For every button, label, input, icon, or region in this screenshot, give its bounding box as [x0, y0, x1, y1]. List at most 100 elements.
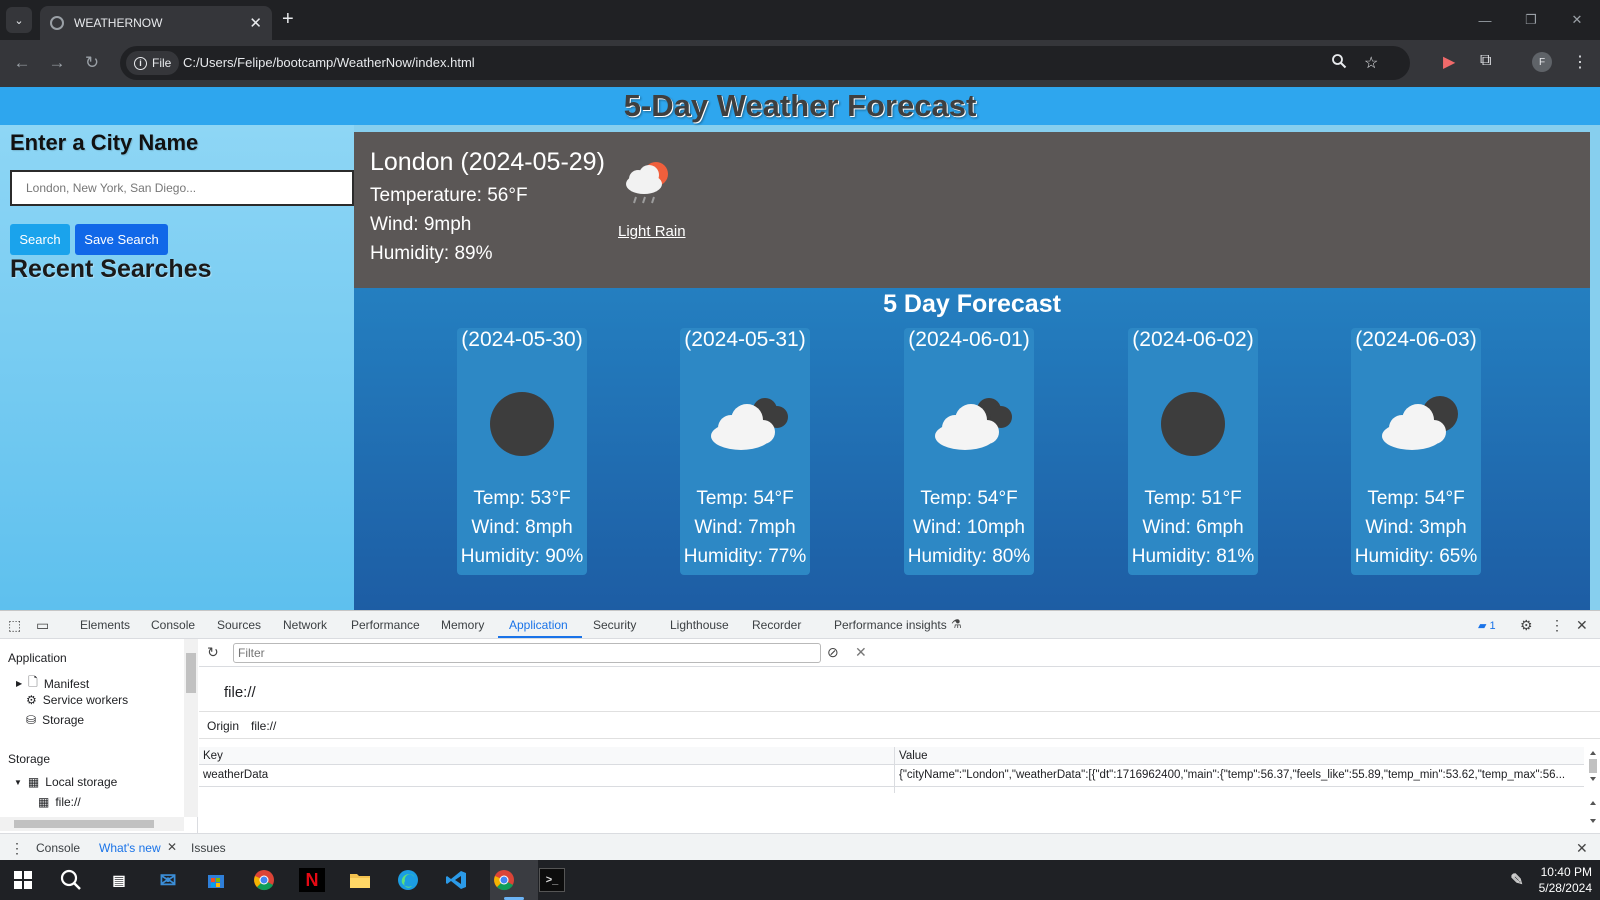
taskbar-search-icon[interactable]: [58, 868, 84, 892]
tab-memory[interactable]: Memory: [441, 618, 484, 632]
zoom-icon[interactable]: [1331, 53, 1347, 74]
sidebar-item-local-storage-file[interactable]: ▦ file://: [38, 795, 81, 809]
caret-right-icon[interactable]: ▶: [16, 679, 22, 688]
device-toolbar-icon[interactable]: ▭: [36, 617, 49, 634]
sidebar-item-label: file://: [55, 795, 81, 809]
browser-tab[interactable]: WEATHERNOW ✕: [40, 6, 272, 40]
issues-badge[interactable]: ▰ 1: [1478, 619, 1496, 632]
tab-network[interactable]: Network: [283, 618, 327, 632]
drawer-tab-whats-new[interactable]: What's new: [99, 841, 161, 855]
new-tab-icon[interactable]: +: [282, 8, 294, 30]
sidebar-item-label: Manifest: [43, 676, 90, 691]
chrome-profile-icon[interactable]: [491, 868, 517, 892]
sidebar-item-local-storage[interactable]: ▼ ▦ Local storage: [14, 775, 117, 789]
refresh-icon[interactable]: ↻: [207, 644, 219, 661]
drawer-menu-icon[interactable]: ⋮: [10, 840, 24, 857]
site-info-chip[interactable]: i File: [126, 51, 180, 75]
close-icon[interactable]: ✕: [249, 14, 262, 32]
overcast-icon: [1153, 386, 1245, 458]
tab-console[interactable]: Console: [151, 618, 195, 632]
forecast-temp: Temp: 53°F: [473, 488, 571, 509]
scattered-clouds-icon: [1376, 386, 1468, 458]
table-icon: ▦: [27, 775, 40, 789]
key-column-header[interactable]: Key: [203, 750, 223, 762]
table-scrollbar[interactable]: [1586, 747, 1600, 833]
taskbar-clock[interactable]: 10:40 PM 5/28/2024: [1539, 864, 1592, 896]
save-search-button[interactable]: Save Search: [75, 224, 168, 255]
tab-elements[interactable]: Elements: [80, 618, 130, 632]
windows-start-icon[interactable]: [10, 868, 36, 892]
netflix-icon[interactable]: N: [299, 868, 325, 892]
forecast-temp: Temp: 54°F: [1367, 488, 1465, 509]
reload-icon[interactable]: ↻: [81, 53, 103, 73]
file-explorer-icon[interactable]: [347, 868, 373, 892]
delete-selected-icon[interactable]: ✕: [855, 644, 867, 661]
sidebar-item-storage[interactable]: ⛁ Storage: [26, 713, 84, 727]
tab-performance-insights[interactable]: Performance insights: [834, 618, 947, 632]
devtools-drawer-tabbar: ⋮ Console What's new ✕ Issues ✕: [0, 833, 1600, 861]
column-divider[interactable]: [894, 747, 895, 793]
drawer-tab-console[interactable]: Console: [36, 841, 80, 855]
devtools-menu-icon[interactable]: ⋮: [1550, 617, 1564, 634]
current-temperature: Temperature: 56°F: [370, 185, 528, 206]
tab-recorder[interactable]: Recorder: [752, 618, 801, 632]
browser-menu-icon[interactable]: ⋮: [1572, 52, 1588, 72]
tab-performance[interactable]: Performance: [351, 618, 420, 632]
drawer-close-icon[interactable]: ✕: [1576, 840, 1588, 857]
tab-application[interactable]: Application: [509, 618, 568, 632]
sidebar-item-manifest[interactable]: ▶ 🗋 Manifest: [16, 673, 89, 694]
forecast-heading: 5 Day Forecast: [883, 290, 1061, 318]
filter-input[interactable]: [233, 643, 821, 663]
pen-icon[interactable]: ✎: [1504, 868, 1530, 892]
forecast-wind: Wind: 7mph: [694, 517, 796, 538]
bookmark-star-icon[interactable]: ☆: [1364, 53, 1378, 73]
back-arrow-icon[interactable]: ←: [11, 53, 33, 73]
tab-lighthouse[interactable]: Lighthouse: [670, 618, 729, 632]
city-search-input[interactable]: [10, 170, 354, 206]
search-sidebar: Enter a City Name Search Save Search Rec…: [0, 125, 354, 610]
light-rain-icon: [618, 154, 678, 214]
terminal-icon[interactable]: >_: [539, 868, 565, 892]
forecast-wind: Wind: 3mph: [1365, 517, 1467, 538]
restore-icon[interactable]: ❐: [1508, 0, 1554, 40]
row-key[interactable]: weatherData: [203, 769, 883, 781]
chrome-icon[interactable]: [251, 868, 277, 892]
task-view-icon[interactable]: ▤: [106, 868, 132, 892]
table-row[interactable]: weatherData {"cityName":"London","weathe…: [199, 765, 1584, 787]
devtools-panel: ⬚ ▭ Elements Console Sources Network Per…: [0, 610, 1600, 861]
sidebar-section-application: Application: [8, 651, 67, 665]
search-button[interactable]: Search: [10, 224, 70, 255]
tab-sources[interactable]: Sources: [217, 618, 261, 632]
settings-gear-icon[interactable]: ⚙: [1520, 617, 1533, 634]
current-description[interactable]: Light Rain: [618, 223, 686, 240]
caret-down-icon[interactable]: ▼: [14, 778, 22, 787]
extensions-puzzle-icon[interactable]: ⧉: [1480, 52, 1491, 70]
sidebar-item-service-workers[interactable]: ⚙ Service workers: [26, 693, 128, 707]
application-sidebar: Application ▶ 🗋 Manifest ⚙ Service worke…: [0, 639, 198, 833]
tab-search-chevron-icon[interactable]: ⌄: [6, 7, 32, 33]
extension-icon[interactable]: ▶: [1443, 52, 1455, 72]
vscode-icon[interactable]: [443, 868, 469, 892]
address-bar[interactable]: i File C:/Users/Felipe/bootcamp/WeatherN…: [120, 46, 1410, 80]
tab-security[interactable]: Security: [593, 618, 636, 632]
inspect-element-icon[interactable]: ⬚: [8, 617, 21, 634]
row-value[interactable]: {"cityName":"London","weatherData":[{"dt…: [899, 769, 1581, 781]
window-close-icon[interactable]: ✕: [1554, 0, 1600, 40]
clear-all-icon[interactable]: ⊘: [827, 644, 839, 661]
devtools-close-icon[interactable]: ✕: [1576, 617, 1588, 634]
drawer-tab-issues[interactable]: Issues: [191, 841, 226, 855]
forward-arrow-icon[interactable]: →: [46, 53, 68, 73]
drawer-tab-close-icon[interactable]: ✕: [167, 840, 177, 854]
value-column-header[interactable]: Value: [899, 750, 928, 762]
edge-icon[interactable]: [395, 868, 421, 892]
url-text[interactable]: C:/Users/Felipe/bootcamp/WeatherNow/inde…: [183, 55, 475, 70]
clock-date: 5/28/2024: [1538, 881, 1592, 895]
microsoft-store-icon[interactable]: [203, 868, 229, 892]
sidebar-scroll-thumb[interactable]: [186, 653, 196, 693]
profile-avatar[interactable]: F: [1532, 52, 1552, 72]
broken-clouds-icon: [705, 386, 797, 458]
sidebar-hscroll-thumb[interactable]: [14, 820, 154, 828]
storage-viewer: ↻ ⊘ ✕ file:// Origin file:// Key Value w…: [199, 639, 1600, 833]
minimize-icon[interactable]: —: [1462, 0, 1508, 40]
mail-icon[interactable]: ✉: [155, 868, 181, 892]
